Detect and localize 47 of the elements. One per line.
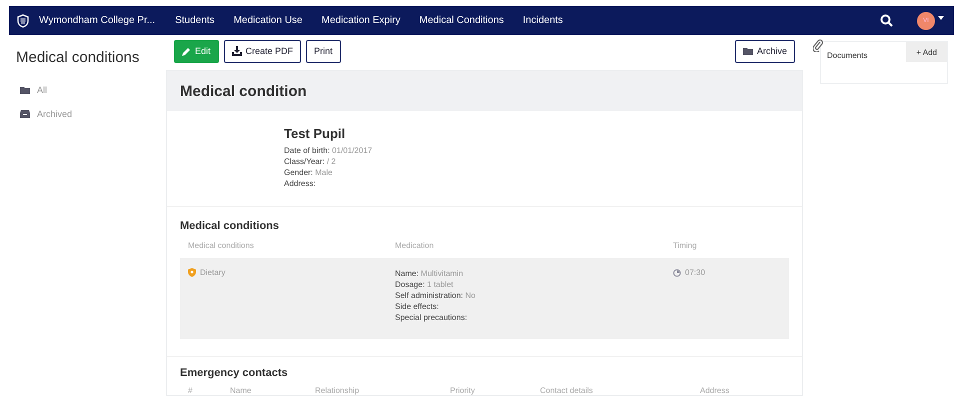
archive-box-icon bbox=[20, 110, 30, 118]
folder-icon bbox=[742, 47, 753, 55]
medication-detail: Dosage: 1 tablet bbox=[395, 279, 454, 290]
medication-detail: Name: Multivitamin bbox=[395, 268, 464, 279]
shield-logo-icon bbox=[17, 14, 29, 28]
table-cell: 07:30 bbox=[673, 268, 781, 277]
pupil-detail: Gender: Male bbox=[284, 167, 334, 178]
nav-link[interactable]: Students bbox=[175, 15, 215, 26]
column-header: # bbox=[188, 386, 194, 395]
column-header: Timing bbox=[673, 240, 698, 250]
medication-detail: Special precautions: bbox=[395, 312, 468, 323]
archive-button[interactable]: Archive bbox=[734, 40, 795, 62]
clock-icon bbox=[673, 268, 681, 276]
pupil-detail: Address: bbox=[284, 178, 317, 189]
pupil-name: Test Pupil bbox=[284, 126, 346, 141]
medication-detail: Side effects: bbox=[395, 301, 440, 312]
caret-icon[interactable] bbox=[938, 16, 944, 20]
add-button[interactable]: + Add bbox=[906, 42, 947, 62]
column-header: Medical conditions bbox=[188, 240, 255, 250]
download-icon bbox=[232, 46, 242, 56]
folder-icon bbox=[20, 86, 30, 94]
medication-detail: Self administration: No bbox=[395, 290, 476, 301]
nav-link[interactable]: Medication Use bbox=[234, 15, 302, 26]
print-button[interactable]: Print bbox=[306, 40, 341, 62]
section-title: Emergency contacts bbox=[180, 367, 289, 379]
shield-icon bbox=[188, 268, 196, 277]
create-pdf-button[interactable]: Create PDF bbox=[224, 40, 302, 62]
column-header: Name bbox=[230, 386, 252, 395]
column-header: Priority bbox=[450, 386, 476, 395]
card-title: Medical condition bbox=[167, 71, 802, 111]
search-icon[interactable] bbox=[880, 14, 893, 27]
pupil-detail: Class/Year: / 2 bbox=[284, 156, 337, 167]
column-header: Address bbox=[700, 386, 730, 395]
pencil-icon bbox=[182, 46, 191, 56]
column-header: Contact details bbox=[540, 386, 594, 395]
sidebar-title: Medical conditions bbox=[16, 49, 140, 66]
nav-link[interactable]: Incidents bbox=[522, 15, 563, 26]
section-title: Medical conditions bbox=[180, 220, 280, 232]
brand-name[interactable]: Wymondham College Pr... bbox=[39, 15, 156, 26]
column-header: Relationship bbox=[315, 386, 360, 395]
nav-link[interactable]: Medication Expiry bbox=[321, 15, 400, 26]
documents-title: Documents bbox=[827, 50, 868, 60]
paperclip-icon bbox=[813, 39, 823, 52]
pupil-detail: Date of birth: 01/01/2017 bbox=[284, 145, 374, 156]
column-header: Medication bbox=[395, 240, 435, 250]
table-cell: Dietary bbox=[188, 268, 395, 277]
nav-link[interactable]: Medical Conditions bbox=[419, 15, 504, 26]
